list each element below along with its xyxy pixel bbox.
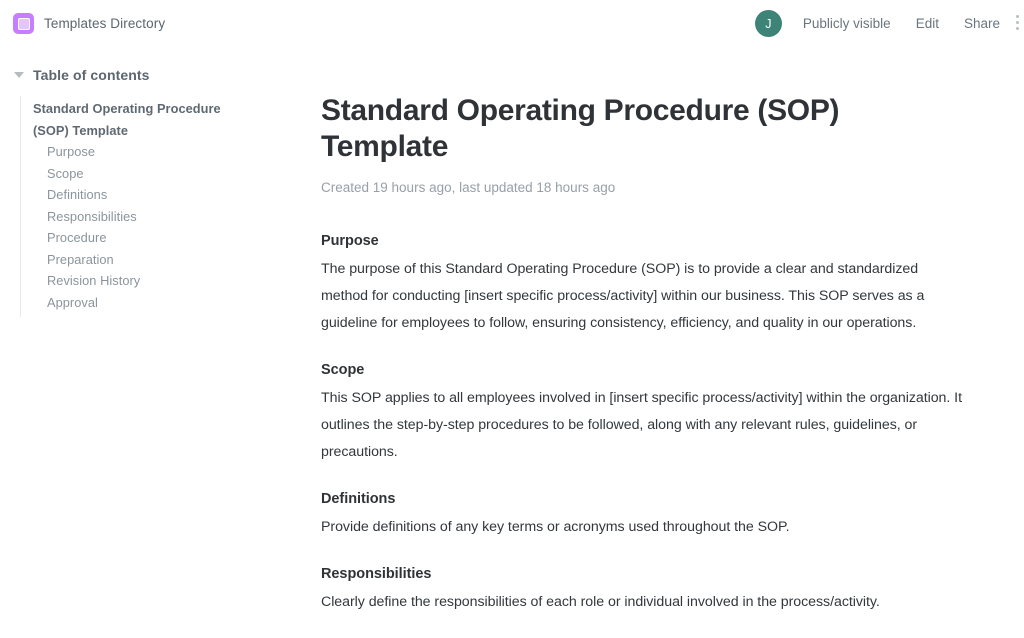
- edit-button[interactable]: Edit: [916, 16, 939, 31]
- toc-item[interactable]: Approval: [21, 292, 300, 314]
- section-body: Provide definitions of any key terms or …: [321, 519, 790, 535]
- brand-label: Templates Directory: [44, 16, 166, 31]
- section-body: This SOP applies to all employees involv…: [321, 390, 962, 460]
- kebab-menu-icon[interactable]: [1016, 15, 1020, 30]
- document-section: Scope This SOP applies to all employees i…: [321, 362, 965, 466]
- document-timestamps: Created 19 hours ago, last updated 18 ho…: [321, 180, 616, 195]
- toc-toggle[interactable]: Table of contents: [0, 67, 300, 83]
- top-bar: Templates Directory J Publicly visible E…: [0, 0, 1024, 47]
- caret-down-icon: [14, 72, 24, 78]
- share-button[interactable]: Share: [964, 16, 1000, 31]
- toc-item[interactable]: Responsibilities: [21, 206, 300, 228]
- toc-item[interactable]: Definitions: [21, 184, 300, 206]
- toc-item[interactable]: Scope: [21, 163, 300, 185]
- toc-item[interactable]: Preparation: [21, 249, 300, 271]
- document-grid-icon: [13, 13, 34, 34]
- toc-item[interactable]: Revision History: [21, 270, 300, 292]
- avatar[interactable]: J: [754, 10, 782, 37]
- section-heading: Responsibilities: [321, 566, 432, 582]
- main-layout: Table of contents Standard Operating Pro…: [0, 47, 1024, 638]
- document-section: Purpose The purpose of this Standard Oper…: [321, 233, 965, 337]
- section-heading: Definitions: [321, 491, 396, 507]
- page-title: Standard Operating Procedure (SOP) Templ…: [321, 94, 840, 163]
- section-heading: Purpose: [321, 233, 379, 249]
- toc-item[interactable]: Procedure: [21, 227, 300, 249]
- section-heading: Scope: [321, 362, 365, 378]
- toc-item[interactable]: Purpose: [21, 141, 300, 163]
- document-content: Standard Operating Procedure (SOP) Templ…: [300, 47, 1005, 638]
- toc-item[interactable]: Standard Operating Procedure: [21, 98, 300, 120]
- visibility-status[interactable]: Publicly visible: [803, 16, 891, 31]
- top-bar-actions: J Publicly visible Edit Share: [754, 0, 1024, 47]
- toc-title: Table of contents: [33, 67, 150, 83]
- toc-item[interactable]: (SOP) Template: [21, 120, 300, 142]
- document-sections: Purpose The purpose of this Standard Oper…: [321, 233, 965, 638]
- document-section: Responsibilities Clearly define the respo…: [321, 566, 965, 616]
- toc-list: Standard Operating Procedure (SOP) Templa…: [20, 96, 300, 317]
- brand-home-link[interactable]: Templates Directory: [13, 13, 165, 34]
- document-section: Definitions Provide definitions of any ke…: [321, 491, 965, 541]
- section-body: Clearly define the responsibilities of e…: [321, 594, 880, 610]
- section-body: The purpose of this Standard Operating P…: [321, 261, 925, 331]
- table-of-contents-sidebar: Table of contents Standard Operating Pro…: [0, 47, 300, 317]
